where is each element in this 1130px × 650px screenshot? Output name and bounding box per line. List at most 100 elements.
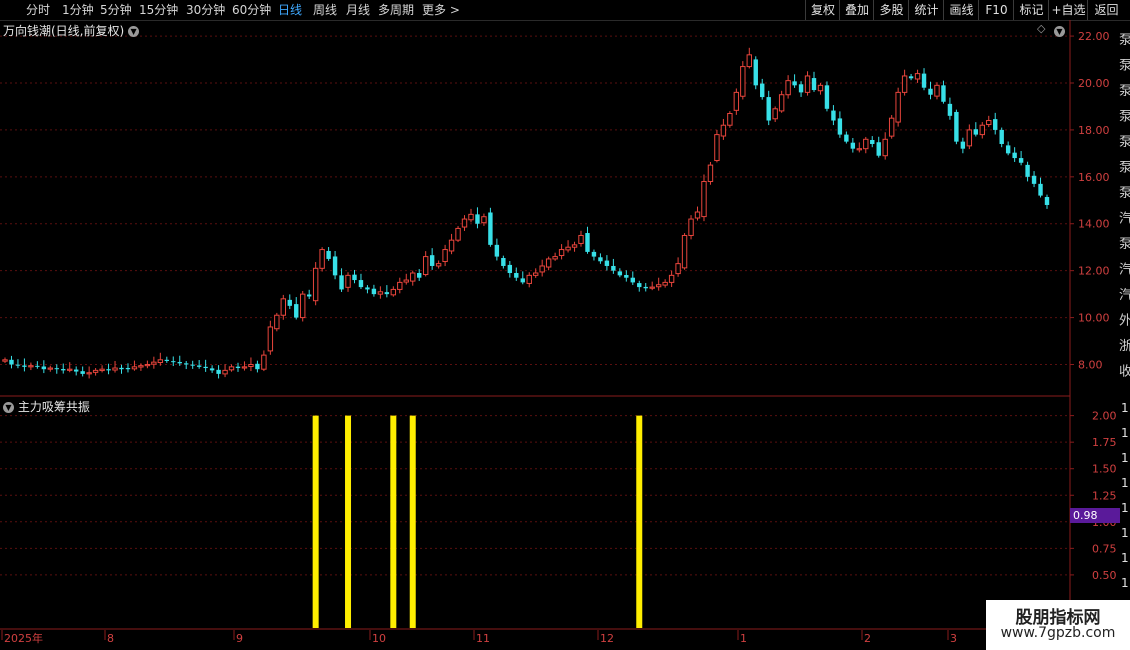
chevron-down-icon[interactable]: ▼ — [3, 402, 14, 413]
candle-down — [947, 103, 953, 116]
candle-up — [882, 138, 888, 157]
candle-down — [164, 359, 170, 361]
indicator-tick-label: 0.50 — [1092, 569, 1117, 582]
indicator-bars — [312, 415, 643, 628]
candle-up — [571, 244, 578, 248]
time-label: 2025年 — [4, 631, 43, 645]
candle-down — [190, 364, 195, 366]
watermark: 股朋指标网 www.7gpzb.com — [986, 600, 1130, 650]
candle-up — [662, 281, 668, 286]
candle-up — [144, 364, 151, 367]
candle-up — [481, 216, 487, 224]
candle-up — [222, 369, 228, 375]
candle-up — [312, 267, 319, 302]
candle-down — [216, 369, 221, 374]
candle-down — [831, 110, 836, 121]
candle-up — [578, 234, 584, 244]
candle-up — [979, 124, 985, 136]
candle-down — [798, 84, 804, 93]
side-label: 外 — [1119, 314, 1130, 329]
candle-up — [727, 112, 733, 126]
candle-up — [248, 364, 254, 367]
candle-up — [707, 164, 714, 183]
candle-up — [746, 54, 752, 68]
candle-up — [151, 361, 157, 365]
current-value-badge: 0.98 — [1070, 508, 1120, 523]
candle-up — [785, 80, 791, 96]
candle-up — [681, 234, 688, 269]
side-label: 1 — [1121, 551, 1129, 565]
axes: 22.0020.0018.0016.0014.0012.0010.008.002… — [1, 30, 1130, 645]
candle-down — [850, 142, 856, 149]
candle-up — [856, 148, 863, 151]
price-tick-label: 18.00 — [1078, 124, 1110, 137]
candle-up — [86, 372, 92, 375]
candle-down — [921, 73, 927, 88]
side-label: 泵 — [1119, 161, 1130, 176]
candle-down — [494, 244, 500, 257]
signal-bar — [345, 415, 352, 628]
candle-down — [235, 366, 241, 369]
side-label: 1 — [1121, 526, 1129, 540]
candle-up — [448, 239, 455, 252]
candle-up — [545, 258, 552, 268]
indicator-tick-label: 1.25 — [1092, 489, 1117, 502]
price-tick-label: 22.00 — [1078, 30, 1110, 43]
candle-down — [352, 274, 357, 281]
main-panel-title: 万向钱潮(日线,前复权) ▼ — [3, 22, 140, 39]
time-label: 11 — [476, 632, 490, 645]
candle-down — [73, 369, 79, 372]
candle-down — [630, 277, 635, 283]
candle-down — [643, 286, 648, 289]
candle-down — [209, 368, 215, 371]
candle-down — [928, 88, 933, 95]
candle-down — [326, 250, 331, 259]
candle-down — [617, 271, 623, 276]
candle-down — [106, 369, 111, 371]
candle-up — [649, 286, 655, 289]
candle-up — [390, 288, 397, 296]
candle-up — [733, 91, 740, 111]
candle-up — [740, 66, 746, 97]
chart-area[interactable]: 22.0020.0018.0016.0014.0012.0010.008.002… — [0, 0, 1130, 650]
price-tick-label: 12.00 — [1078, 265, 1110, 278]
candle-up — [533, 272, 539, 276]
candle-down — [177, 361, 182, 364]
indicator-tick-label: 1.50 — [1092, 463, 1117, 476]
stock-title: 万向钱潮(日线,前复权) — [3, 24, 125, 38]
candle-up — [720, 124, 727, 137]
candle-up — [986, 120, 992, 126]
candle-up — [461, 218, 468, 228]
candle-up — [442, 249, 448, 263]
side-label: 1 — [1121, 501, 1129, 515]
side-label: 泵 — [1119, 33, 1130, 48]
candle-down — [604, 260, 610, 266]
candle-down — [844, 134, 849, 142]
indicator-name: 主力吸筹共振 — [17, 400, 90, 414]
candle-up — [714, 134, 720, 162]
candle-down — [429, 255, 435, 266]
candle-up — [966, 129, 973, 147]
candle-down — [1031, 175, 1037, 184]
side-label: 泵 — [1119, 135, 1130, 150]
side-label: 1 — [1121, 476, 1129, 490]
candle-down — [598, 257, 603, 262]
side-label: 1 — [1121, 426, 1129, 440]
candle-up — [280, 298, 286, 316]
candle-up — [701, 181, 707, 218]
candle-up — [261, 354, 267, 370]
side-label: 1 — [1121, 451, 1129, 465]
diamond-icon[interactable]: ◇ — [1037, 22, 1045, 35]
candle-down — [1012, 152, 1017, 159]
candle-up — [2, 359, 8, 362]
signal-bar — [390, 415, 397, 628]
candle-up — [526, 274, 532, 284]
circle-down-icon[interactable]: ▼ — [1054, 21, 1065, 37]
candle-down — [306, 294, 312, 297]
chevron-down-icon[interactable]: ▼ — [128, 26, 140, 37]
signal-bar — [312, 415, 319, 628]
price-tick-label: 8.00 — [1078, 359, 1103, 372]
candle-down — [1025, 164, 1030, 177]
candle-up — [397, 281, 403, 290]
side-label: 1 — [1121, 576, 1129, 590]
